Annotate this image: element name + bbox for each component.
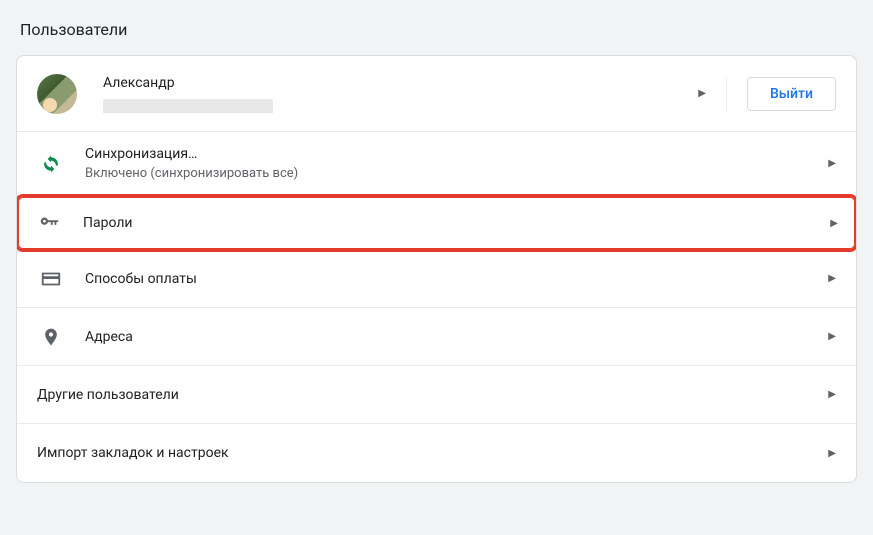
sync-row[interactable]: Синхронизация… Включено (синхронизироват… (17, 132, 856, 196)
import-title: Импорт закладок и настроек (37, 445, 229, 461)
chevron-right-icon: ▶ (698, 88, 706, 99)
chevron-right-icon: ▶ (828, 273, 836, 284)
user-name: Александр (103, 75, 686, 91)
payments-title: Способы оплаты (85, 271, 197, 287)
location-pin-icon (37, 327, 65, 347)
other-users-title: Другие пользователи (37, 387, 179, 403)
chevron-right-icon: ▶ (828, 331, 836, 342)
chevron-right-icon: ▶ (830, 218, 838, 229)
users-card: Александр ▶ Выйти Синхронизация… Включен… (16, 55, 857, 483)
signout-button[interactable]: Выйти (747, 77, 836, 111)
avatar (37, 74, 77, 114)
passwords-row[interactable]: Пароли ▶ (16, 194, 857, 252)
current-user-row[interactable]: Александр ▶ Выйти (17, 56, 856, 132)
chevron-right-icon: ▶ (828, 158, 836, 169)
page-title: Пользователи (20, 20, 857, 39)
divider (726, 77, 727, 111)
chevron-right-icon: ▶ (828, 448, 836, 459)
user-text: Александр (103, 75, 686, 113)
payments-row[interactable]: Способы оплаты ▶ (17, 250, 856, 308)
chevron-right-icon: ▶ (828, 389, 836, 400)
passwords-title: Пароли (83, 215, 133, 231)
import-row[interactable]: Импорт закладок и настроек ▶ (17, 424, 856, 482)
sync-text: Синхронизация… Включено (синхронизироват… (85, 146, 816, 181)
other-users-row[interactable]: Другие пользователи ▶ (17, 366, 856, 424)
sync-icon (37, 154, 65, 174)
sync-title: Синхронизация… (85, 146, 816, 162)
addresses-title: Адреса (85, 329, 133, 345)
sync-subtitle: Включено (синхронизировать все) (85, 166, 816, 181)
addresses-row[interactable]: Адреса ▶ (17, 308, 856, 366)
key-icon (35, 212, 63, 234)
user-email-redacted (103, 99, 273, 113)
credit-card-icon (37, 268, 65, 290)
